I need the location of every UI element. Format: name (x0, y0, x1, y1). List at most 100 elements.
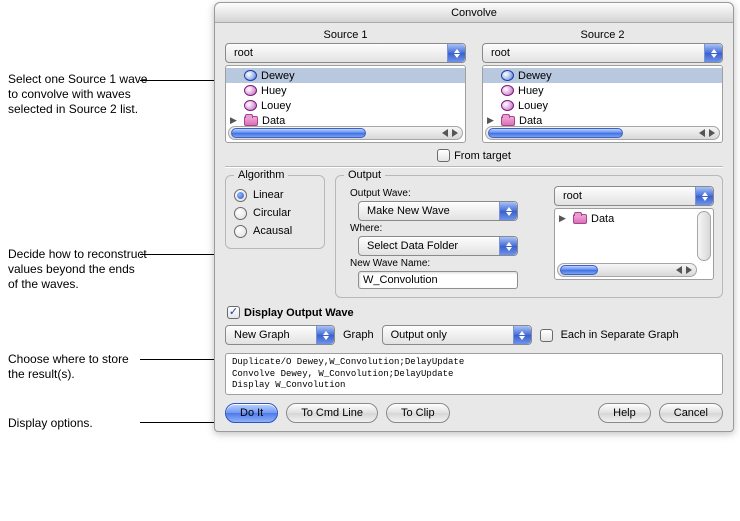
tree-item-label: Data (591, 213, 614, 225)
vertical-scrollbar[interactable] (697, 211, 711, 261)
select-value: Select Data Folder (367, 240, 458, 252)
each-separate-checkbox[interactable] (540, 329, 553, 342)
wave-icon (501, 70, 514, 81)
help-button[interactable]: Help (598, 403, 651, 423)
new-wave-name-label: New Wave Name: (350, 258, 544, 269)
list-item-label: Louey (518, 100, 548, 112)
command-preview: Duplicate/O Dewey,W_Convolution;DelayUpd… (225, 353, 723, 395)
list-item-label: Data (519, 115, 542, 127)
source2-listbox[interactable]: Dewey Huey Louey ▶ Data (482, 65, 723, 143)
list-item[interactable]: Huey (483, 83, 722, 98)
list-item-label: Dewey (261, 70, 295, 82)
scrollbar-thumb[interactable] (231, 128, 366, 138)
display-output-label: Display Output Wave (244, 307, 354, 319)
display-content-select[interactable]: Output only (382, 325, 532, 345)
annotation-source: Select one Source 1 wave to convolve wit… (8, 72, 148, 117)
algorithm-radio-circular[interactable]: Circular (234, 204, 316, 222)
source1-panel: Source 1 root Dewey Huey Louey ▶ Data (225, 29, 466, 143)
display-target-select[interactable]: New Graph (225, 325, 335, 345)
radio-icon (234, 225, 247, 238)
list-item-label: Louey (261, 100, 291, 112)
radio-icon (234, 189, 247, 202)
list-item-label: Dewey (518, 70, 552, 82)
algorithm-radio-acausal[interactable]: Acausal (234, 222, 316, 240)
annotation-algorithm: Decide how to reconstruct values beyond … (8, 247, 148, 292)
input-value: W_Convolution (363, 274, 438, 286)
select-value: Output only (391, 329, 447, 341)
folder-icon (244, 116, 258, 126)
horizontal-scrollbar[interactable] (485, 126, 720, 140)
scrollbar-thumb[interactable] (560, 265, 598, 275)
dropdown-icon (695, 187, 713, 205)
source1-folder-value: root (234, 47, 253, 59)
list-item-label: Data (262, 115, 285, 127)
disclosure-icon[interactable]: ▶ (230, 115, 237, 126)
display-output-checkbox[interactable]: ✓ (227, 306, 240, 319)
radio-icon (234, 207, 247, 220)
from-target-checkbox[interactable] (437, 149, 450, 162)
to-clip-button[interactable]: To Clip (386, 403, 450, 423)
list-item[interactable]: Louey (226, 98, 465, 113)
to-cmd-line-button[interactable]: To Cmd Line (286, 403, 378, 423)
annotation-line (140, 359, 218, 360)
annotation-display: Display options. (8, 416, 148, 431)
annotation-line (140, 80, 218, 81)
list-item-label: Huey (518, 85, 544, 97)
where-label: Where: (350, 223, 544, 234)
annotation-output: Choose where to store the result(s). (8, 352, 148, 382)
dest-folder-select[interactable]: root (554, 186, 714, 206)
list-item[interactable]: Dewey (226, 68, 465, 83)
dropdown-icon (513, 326, 531, 344)
wave-icon (244, 85, 257, 96)
radio-label: Linear (253, 189, 284, 201)
disclosure-icon[interactable]: ▶ (559, 213, 566, 224)
output-wave-label: Output Wave: (350, 188, 544, 199)
source2-panel: Source 2 root Dewey Huey Louey ▶ Data (482, 29, 723, 143)
each-separate-label: Each in Separate Graph (561, 329, 679, 341)
source1-listbox[interactable]: Dewey Huey Louey ▶ Data (225, 65, 466, 143)
select-value: New Graph (234, 329, 290, 341)
where-select[interactable]: Select Data Folder (358, 236, 518, 256)
scrollbar-thumb[interactable] (488, 128, 623, 138)
scroll-left-icon[interactable] (699, 129, 705, 137)
dropdown-icon (447, 44, 465, 62)
wave-icon (501, 85, 514, 96)
cancel-button[interactable]: Cancel (659, 403, 723, 423)
display-target-suffix: Graph (343, 329, 374, 341)
wave-icon (501, 100, 514, 111)
annotation-line (140, 422, 218, 423)
output-wave-select[interactable]: Make New Wave (358, 201, 518, 221)
source2-folder-select[interactable]: root (482, 43, 723, 63)
divider (225, 166, 723, 167)
scroll-right-icon[interactable] (452, 129, 458, 137)
list-item[interactable]: Louey (483, 98, 722, 113)
source2-folder-value: root (491, 47, 510, 59)
radio-label: Circular (253, 207, 291, 219)
dropdown-icon (499, 202, 517, 220)
scroll-right-icon[interactable] (709, 129, 715, 137)
output-group: Output Output Wave: Make New Wave Where:… (335, 175, 723, 298)
list-item[interactable]: Dewey (483, 68, 722, 83)
scroll-right-icon[interactable] (686, 266, 692, 274)
select-value: root (563, 190, 582, 202)
source2-title: Source 2 (482, 29, 723, 41)
annotation-line (140, 254, 218, 255)
horizontal-scrollbar[interactable] (557, 263, 697, 277)
doit-button[interactable]: Do It (225, 403, 278, 423)
list-item[interactable]: Huey (226, 83, 465, 98)
dropdown-icon (316, 326, 334, 344)
source1-folder-select[interactable]: root (225, 43, 466, 63)
scroll-left-icon[interactable] (442, 129, 448, 137)
folder-icon (573, 214, 587, 224)
scroll-left-icon[interactable] (676, 266, 682, 274)
convolve-dialog: Convolve Source 1 root Dewey Huey Louey … (214, 2, 734, 432)
tree-item[interactable]: ▶ Data (555, 211, 713, 226)
folder-icon (501, 116, 515, 126)
dest-folder-tree[interactable]: ▶ Data (554, 208, 714, 280)
horizontal-scrollbar[interactable] (228, 126, 463, 140)
algorithm-radio-linear[interactable]: Linear (234, 186, 316, 204)
disclosure-icon[interactable]: ▶ (487, 115, 494, 126)
new-wave-name-input[interactable]: W_Convolution (358, 271, 518, 289)
source1-title: Source 1 (225, 29, 466, 41)
wave-icon (244, 70, 257, 81)
